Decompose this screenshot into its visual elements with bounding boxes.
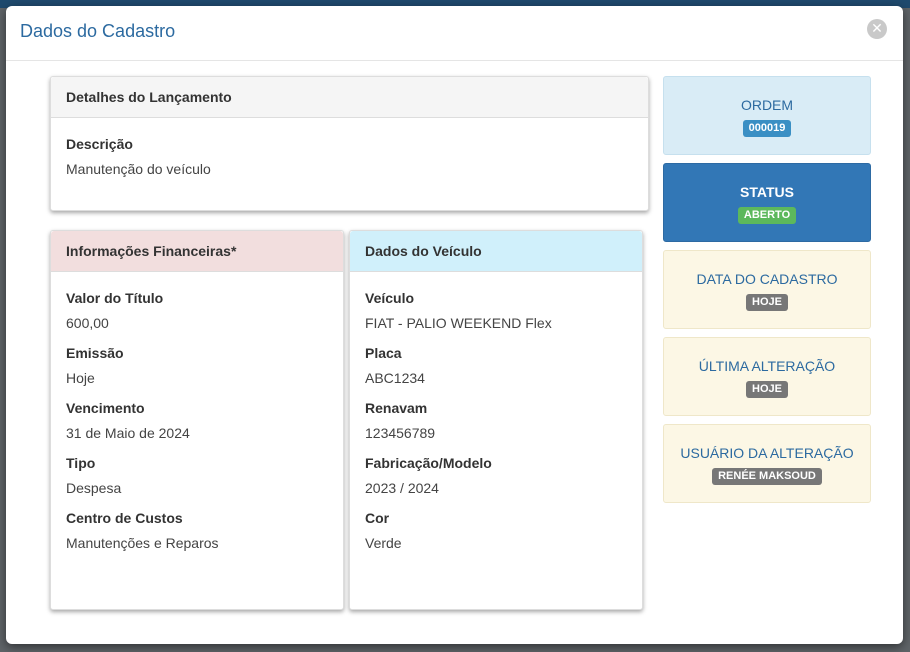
modal-header: Dados do Cadastro ✕: [6, 6, 903, 61]
ultima-alteracao-title: ÚLTIMA ALTERAÇÃO: [698, 358, 836, 374]
panel-financeiras: Informações Financeiras* Valor do Título…: [50, 230, 344, 610]
usuario-alteracao-badge: RENÉE MAKSOUD: [712, 468, 822, 485]
renavam-value: 123456789: [365, 425, 436, 441]
ordem-title: ORDEM: [740, 97, 794, 113]
close-icon[interactable]: ✕: [867, 19, 887, 39]
panel-financeiras-heading: Informações Financeiras*: [51, 231, 343, 272]
renavam-label: Renavam: [365, 400, 428, 416]
info-box-ordem: ORDEM 000019: [663, 76, 871, 155]
fabricacao-modelo-value: 2023 / 2024: [365, 480, 439, 496]
usuario-alteracao-title: USUÁRIO DA ALTERAÇÃO: [680, 445, 854, 461]
data-cadastro-badge: HOJE: [746, 294, 788, 311]
cor-value: Verde: [365, 535, 402, 551]
ultima-alteracao-badge: HOJE: [746, 381, 788, 398]
valor-titulo-label: Valor do Título: [66, 290, 164, 306]
info-box-status: STATUS ABERTO: [663, 163, 871, 242]
status-badge: ABERTO: [737, 207, 797, 224]
placa-value: ABC1234: [365, 370, 425, 386]
panel-veiculo: Dados do Veículo Veículo FIAT - PALIO WE…: [349, 230, 643, 610]
panel-lancamento: Detalhes do Lançamento Descrição Manuten…: [50, 76, 649, 211]
info-box-ultima-alteracao: ÚLTIMA ALTERAÇÃO HOJE: [663, 337, 871, 416]
status-title: STATUS: [740, 184, 794, 200]
vencimento-value: 31 de Maio de 2024: [66, 425, 190, 441]
cor-label: Cor: [365, 510, 390, 526]
ordem-badge: 000019: [742, 120, 792, 137]
descricao-value: Manutenção do veículo: [66, 161, 211, 177]
emissao-value: Hoje: [66, 370, 95, 386]
data-cadastro-title: DATA DO CADASTRO: [696, 271, 838, 287]
tipo-label: Tipo: [66, 455, 96, 471]
info-box-usuario-alteracao: USUÁRIO DA ALTERAÇÃO RENÉE MAKSOUD: [663, 424, 871, 503]
modal-title: Dados do Cadastro: [20, 21, 176, 41]
placa-label: Placa: [365, 345, 402, 361]
panel-veiculo-heading: Dados do Veículo: [350, 231, 642, 272]
emissao-label: Emissão: [66, 345, 124, 361]
vencimento-label: Vencimento: [66, 400, 145, 416]
descricao-label: Descrição: [66, 136, 133, 152]
centro-custos-label: Centro de Custos: [66, 510, 183, 526]
centro-custos-value: Manutenções e Reparos: [66, 535, 219, 551]
valor-titulo-value: 600,00: [66, 315, 109, 331]
fabricacao-modelo-label: Fabricação/Modelo: [365, 455, 492, 471]
cadastro-modal: Dados do Cadastro ✕ Detalhes do Lançamen…: [6, 6, 903, 644]
info-box-data-cadastro: DATA DO CADASTRO HOJE: [663, 250, 871, 329]
panel-lancamento-heading: Detalhes do Lançamento: [51, 77, 648, 118]
veiculo-value: FIAT - PALIO WEEKEND Flex: [365, 315, 552, 331]
veiculo-label: Veículo: [365, 290, 415, 306]
tipo-value: Despesa: [66, 480, 122, 496]
